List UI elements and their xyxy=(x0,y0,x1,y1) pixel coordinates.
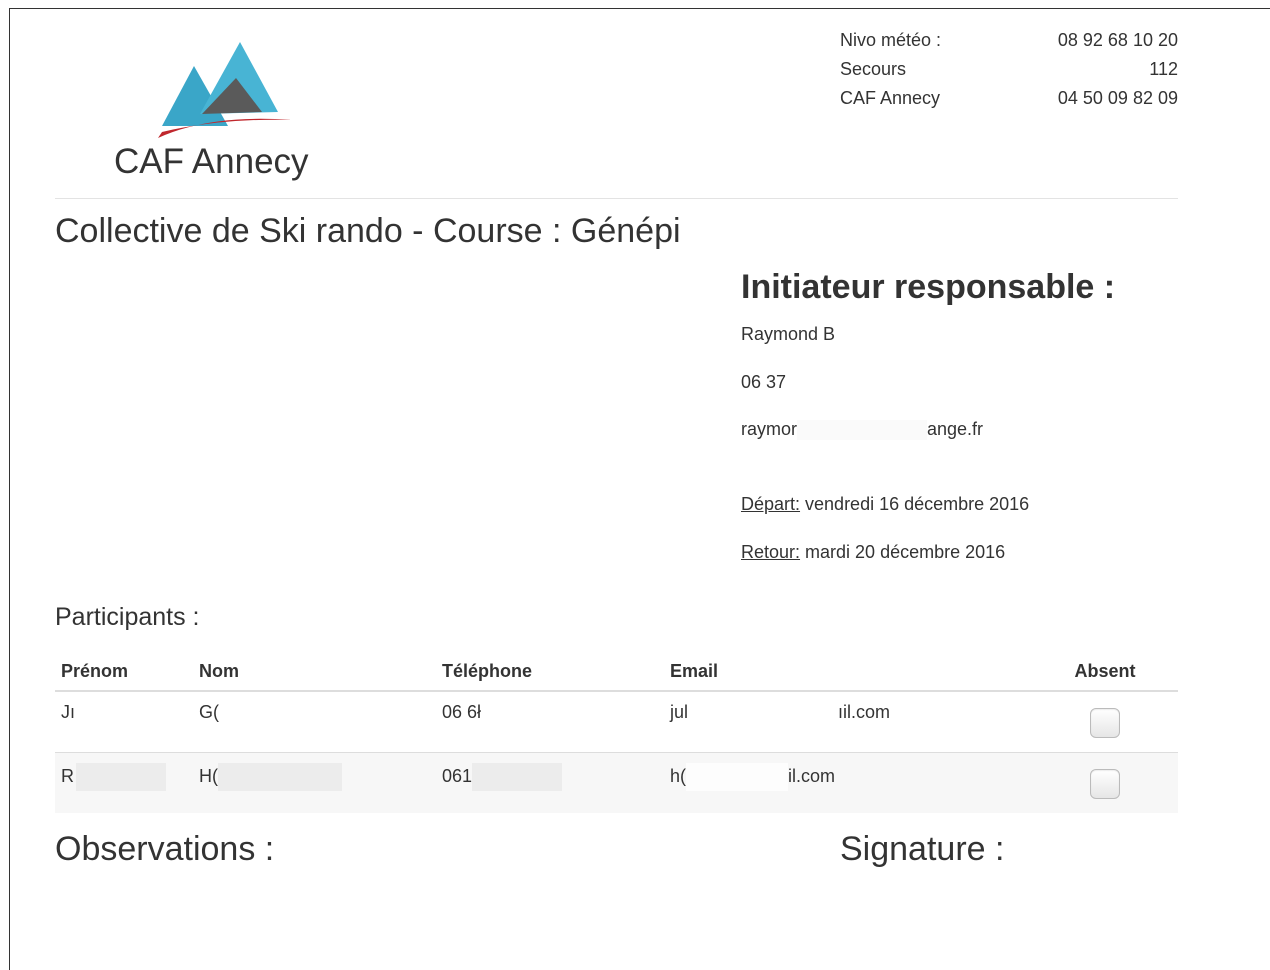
redaction-block xyxy=(472,762,563,791)
redaction-block xyxy=(688,703,839,724)
redaction-block xyxy=(797,420,928,441)
table-header-row: Prénom Nom Téléphone Email Absent xyxy=(55,652,1178,692)
departure-value: vendredi 16 décembre 2016 xyxy=(800,494,1030,514)
cell-telephone: 061 xyxy=(436,751,664,813)
contact-label: Nivo météo : xyxy=(840,30,942,50)
participant-lastname: H( xyxy=(199,765,218,786)
cell-prenom: Jı xyxy=(55,690,193,752)
return-value: mardi 20 décembre 2016 xyxy=(800,542,1006,562)
participant-email-end: ıil.com xyxy=(838,702,891,722)
table-row: Jı G( 06 6ł jul ıil.com xyxy=(55,690,1178,752)
cell-absent xyxy=(1032,690,1178,752)
participants-table: Prénom Nom Téléphone Email Absent Jı G( … xyxy=(55,652,1178,813)
redaction-block xyxy=(218,762,342,791)
leader-email: raymor ange.fr xyxy=(741,419,984,441)
absent-checkbox[interactable] xyxy=(1090,708,1120,738)
leader-section: Initiateur responsable : Raymond B 06 37… xyxy=(741,268,1181,441)
absent-checkbox[interactable] xyxy=(1090,768,1120,799)
column-header-telephone: Téléphone xyxy=(436,652,664,692)
contact-label: CAF Annecy xyxy=(840,88,941,108)
cell-absent xyxy=(1032,751,1178,813)
cell-prenom: R xyxy=(55,751,193,813)
column-header-prenom: Prénom xyxy=(55,652,193,692)
caf-annecy-logo: CAF Annecy xyxy=(114,34,344,194)
contact-label: Secours xyxy=(840,59,907,79)
contact-row-caf: CAF Annecy 04 50 09 82 09 xyxy=(840,84,1178,113)
observations-label: Observations : xyxy=(55,830,275,868)
page-title: Collective de Ski rando - Course : Génép… xyxy=(55,212,681,250)
table-row: R H( 061 h( il.com xyxy=(55,751,1178,813)
mountain-logo-icon xyxy=(158,42,290,138)
participant-email-start: h( xyxy=(670,765,687,786)
leader-email-start: raymor xyxy=(741,419,798,439)
leader-phone: 06 37 xyxy=(741,372,787,392)
leader-email-end: ange.fr xyxy=(927,419,984,439)
cell-email: jul ıil.com xyxy=(664,690,1032,752)
signature-label: Signature : xyxy=(840,830,1005,868)
participant-email-end: il.com xyxy=(788,765,836,786)
return-line: Retour: mardi 20 décembre 2016 xyxy=(741,542,1005,563)
logo-text: CAF Annecy xyxy=(114,142,309,181)
header-divider xyxy=(55,198,1178,199)
participant-lastname: G( xyxy=(199,702,219,722)
participant-firstname: Jı xyxy=(61,702,76,722)
leader-heading: Initiateur responsable : xyxy=(741,268,1116,306)
column-header-absent: Absent xyxy=(1032,652,1178,692)
column-header-nom: Nom xyxy=(193,652,436,692)
emergency-contacts: Nivo météo : 08 92 68 10 20 Secours 112 … xyxy=(840,26,1178,113)
participant-phone: 061 xyxy=(442,765,473,786)
cell-nom: G( xyxy=(193,690,436,752)
redaction-block xyxy=(686,762,789,791)
contact-row-nivo: Nivo météo : 08 92 68 10 20 xyxy=(840,26,1178,55)
cell-telephone: 06 6ł xyxy=(436,690,664,752)
column-header-email: Email xyxy=(664,652,1032,692)
participant-firstname: R xyxy=(61,765,74,786)
cell-nom: H( xyxy=(193,751,436,813)
contact-phone: 112 xyxy=(1149,59,1178,79)
contact-row-secours: Secours 112 xyxy=(840,55,1178,84)
cell-email: h( il.com xyxy=(664,751,1032,813)
departure-line: Départ: vendredi 16 décembre 2016 xyxy=(741,494,1029,515)
return-label: Retour: xyxy=(741,542,801,562)
departure-label: Départ: xyxy=(741,494,801,514)
contact-phone: 08 92 68 10 20 xyxy=(1057,30,1178,50)
participant-email-start: jul xyxy=(670,702,689,722)
leader-name: Raymond B xyxy=(741,324,836,344)
redaction-block xyxy=(76,762,166,791)
contact-phone: 04 50 09 82 09 xyxy=(1057,88,1178,108)
participant-phone: 06 6ł xyxy=(442,702,482,722)
participants-title: Participants : xyxy=(55,603,200,631)
